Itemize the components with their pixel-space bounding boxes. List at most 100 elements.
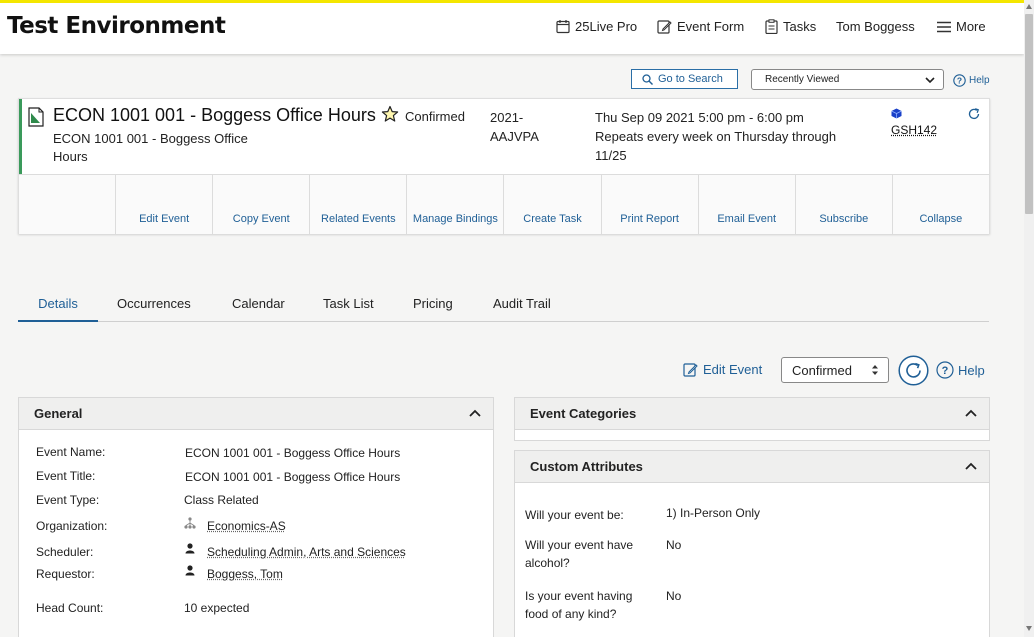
favorite-star-icon[interactable] (381, 105, 399, 123)
requestor-link[interactable]: Boggess, Tom (207, 567, 283, 581)
event-title-text: ECON 1001 001 - Boggess Office Hours (53, 131, 248, 164)
tab-details[interactable]: Details (18, 296, 98, 322)
chevron-down-icon (925, 77, 935, 84)
general-panel: General Event Name: ECON 1001 001 - Bogg… (18, 397, 494, 637)
refresh-icon[interactable] (967, 107, 981, 121)
scheduler-link[interactable]: Scheduling Admin, Arts and Sciences (207, 545, 406, 559)
event-repeat: Repeats every week on Thursday through 1… (595, 129, 837, 163)
event-type-label: Event Type: (36, 493, 100, 507)
help-link-details[interactable]: ? Help (936, 361, 985, 379)
event-location[interactable]: GSH142 (891, 108, 937, 137)
edit-event-link[interactable]: Edit Event (683, 362, 762, 377)
event-date: Thu Sep 09 2021 5:00 pm - 6:00 pm (595, 110, 804, 125)
edit-event-label: Edit Event (703, 362, 763, 377)
recently-viewed-select[interactable]: Recently Viewed (751, 69, 944, 90)
action-email-event[interactable]: Email Event (697, 175, 795, 234)
action-create-task[interactable]: Create Task (503, 175, 600, 234)
event-type-value: Class Related (184, 493, 259, 507)
event-document-icon (28, 107, 44, 127)
chevron-up-icon[interactable] (965, 409, 977, 417)
tab-occurrences[interactable]: Occurrences (117, 296, 191, 322)
nav-25live-pro[interactable]: 25Live Pro (556, 19, 637, 34)
attr-alcohol-label: Will your event have alcohol? (525, 538, 634, 570)
general-panel-title: General (34, 406, 83, 421)
tab-task-list[interactable]: Task List (323, 296, 374, 322)
event-categories-panel: Event Categories (514, 397, 990, 441)
chevron-up-icon[interactable] (965, 462, 977, 470)
refresh-circle-icon[interactable] (898, 355, 929, 386)
help-label-top: Help (969, 75, 990, 86)
nav-event-form-label: Event Form (677, 19, 745, 34)
general-panel-header[interactable]: General (19, 398, 493, 430)
custom-attributes-panel: Custom Attributes Will your event be: 1)… (514, 450, 990, 637)
nav-event-form[interactable]: Event Form (657, 19, 744, 34)
app-title: Test Environment (7, 13, 226, 39)
event-state-select[interactable]: Confirmed (781, 357, 889, 383)
user-name: Tom Boggess (836, 19, 915, 34)
go-to-search-button[interactable]: Go to Search (631, 69, 738, 89)
search-icon (642, 73, 653, 85)
custom-attributes-header[interactable]: Custom Attributes (515, 451, 989, 483)
tab-calendar[interactable]: Calendar (232, 296, 285, 322)
action-copy-event[interactable]: Copy Event (212, 175, 309, 234)
head-count-value: 10 expected (184, 601, 250, 615)
person-icon (185, 565, 195, 576)
detail-tabs: Details Occurrences Calendar Task List P… (18, 294, 989, 322)
event-date-time: Thu Sep 09 2021 5:00 pm - 6:00 pm Repeat… (595, 108, 865, 165)
requestor-label: Requestor: (36, 567, 95, 581)
event-title-label: Event Title: (36, 469, 96, 483)
action-collapse[interactable]: Collapse (891, 175, 989, 234)
attr-alcohol-value: No (666, 538, 682, 552)
nav-tasks[interactable]: Tasks (765, 19, 816, 34)
help-label-details: Help (958, 362, 985, 378)
edit-form-icon (657, 20, 672, 34)
svg-text:?: ? (957, 76, 962, 86)
nav-25live-pro-label: 25Live Pro (575, 19, 638, 34)
help-circle-icon: ? (953, 74, 966, 87)
action-subscribe[interactable]: Subscribe (794, 175, 892, 234)
location-cube-icon (891, 108, 902, 119)
event-title-value: ECON 1001 001 - Boggess Office Hours (185, 470, 401, 484)
tab-pricing[interactable]: Pricing (413, 296, 453, 322)
action-manage-bindings[interactable]: Manage Bindings (406, 175, 503, 234)
scrollbar-thumb[interactable] (1025, 14, 1033, 214)
attr-food-label: Is your event having food of any kind? (525, 589, 633, 621)
event-room-link[interactable]: GSH142 (891, 123, 937, 137)
custom-attributes-title: Custom Attributes (530, 459, 643, 474)
event-categories-header[interactable]: Event Categories (515, 398, 989, 430)
svg-text:?: ? (942, 365, 949, 377)
event-state-label: Confirmed (405, 109, 465, 124)
recently-viewed-label: Recently Viewed (765, 74, 840, 85)
calendar-icon (556, 20, 570, 34)
event-name-label: Event Name: (36, 445, 106, 459)
attr-food-value: No (666, 589, 682, 603)
state-indicator-bar (19, 99, 22, 174)
head-count-label: Head Count: (36, 601, 104, 615)
actions-spacer (19, 175, 115, 234)
action-print-report[interactable]: Print Report (600, 175, 698, 234)
action-edit-event[interactable]: Edit Event (115, 175, 212, 234)
event-state-select-value: Confirmed (792, 362, 852, 378)
scroll-up-arrow-icon[interactable] (1026, 4, 1032, 9)
help-link-top[interactable]: ? Help (953, 74, 990, 87)
event-name-value: ECON 1001 001 - Boggess Office Hours (185, 446, 401, 460)
organization-link[interactable]: Economics-AS (207, 519, 286, 533)
person-icon (185, 543, 195, 554)
event-name-heading: ECON 1001 001 - Boggess Office Hours (53, 105, 376, 125)
scroll-down-arrow-icon[interactable] (1026, 626, 1032, 631)
nav-user[interactable]: Tom Boggess (836, 19, 915, 34)
organization-label: Organization: (36, 519, 108, 533)
nav-more[interactable]: More (937, 19, 986, 34)
top-bar: Test Environment 25Live Pro Event Form T… (0, 0, 1024, 54)
event-categories-title: Event Categories (530, 406, 637, 421)
nav-more-label: More (956, 19, 986, 34)
tab-audit-trail[interactable]: Audit Trail (493, 296, 551, 322)
page-scrollbar[interactable] (1024, 0, 1034, 637)
nav-tasks-label: Tasks (783, 19, 817, 34)
chevron-up-icon[interactable] (469, 409, 481, 417)
hamburger-menu-icon (937, 21, 951, 32)
event-actions-bar: Edit Event Copy Event Related Events Man… (19, 174, 989, 234)
clipboard-icon (765, 19, 778, 34)
action-related-events[interactable]: Related Events (309, 175, 406, 234)
attr-event-mode-label: Will your event be: (525, 508, 624, 522)
